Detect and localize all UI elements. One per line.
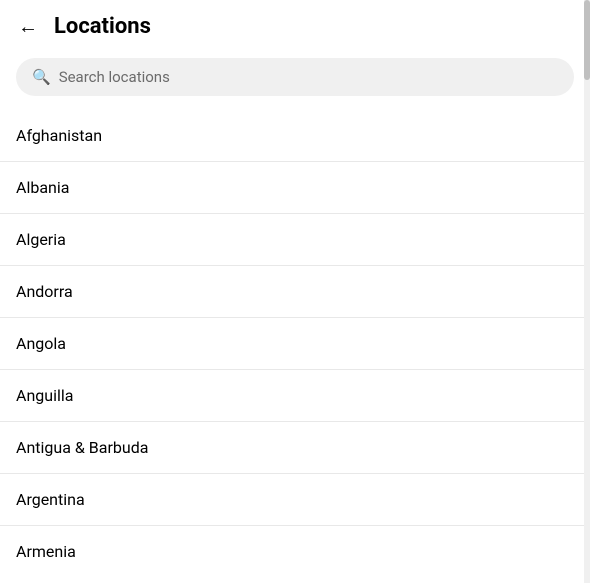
search-bar[interactable]: 🔍 Search locations	[16, 58, 574, 96]
list-item[interactable]: Albania	[0, 162, 590, 214]
list-item[interactable]: Antigua & Barbuda	[0, 422, 590, 474]
list-item[interactable]: Andorra	[0, 266, 590, 318]
list-item[interactable]: Anguilla	[0, 370, 590, 422]
list-item[interactable]: Armenia	[0, 526, 590, 573]
list-item[interactable]: Argentina	[0, 474, 590, 526]
list-item[interactable]: Afghanistan	[0, 110, 590, 162]
page-header: ← Locations	[0, 0, 590, 52]
scrollbar-thumb[interactable]	[584, 0, 590, 80]
search-placeholder: Search locations	[59, 68, 170, 86]
locations-list: AfghanistanAlbaniaAlgeriaAndorraAngolaAn…	[0, 110, 590, 573]
search-container: 🔍 Search locations	[0, 52, 590, 110]
back-arrow-icon: ←	[18, 16, 38, 36]
list-item[interactable]: Algeria	[0, 214, 590, 266]
back-button[interactable]: ←	[12, 10, 44, 42]
scrollbar[interactable]	[584, 0, 590, 583]
list-item[interactable]: Angola	[0, 318, 590, 370]
page-title: Locations	[54, 14, 151, 39]
search-icon: 🔍	[32, 68, 51, 86]
